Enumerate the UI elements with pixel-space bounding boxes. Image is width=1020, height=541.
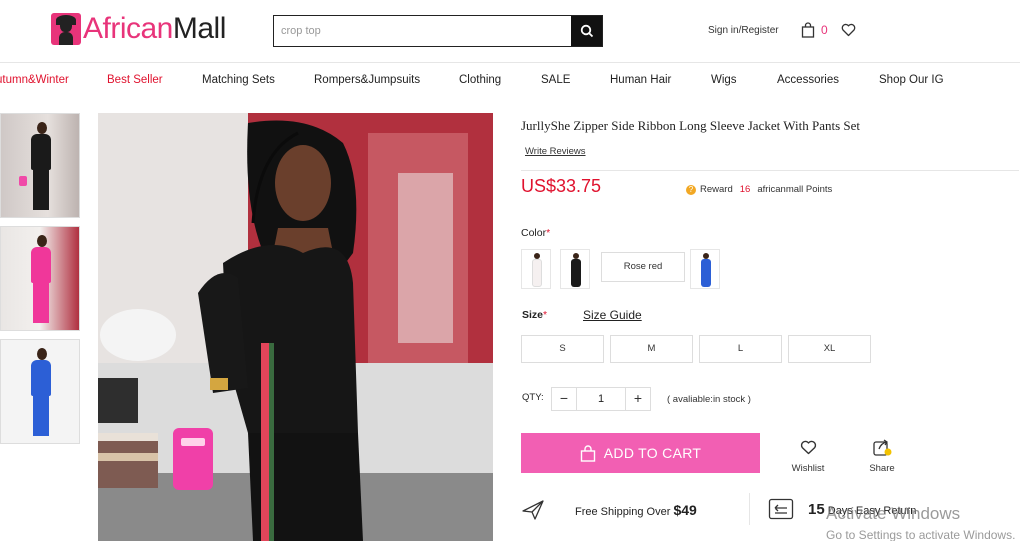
shipping-text: Free Shipping Over $49 [575, 502, 697, 518]
share-label: Share [869, 463, 895, 474]
wishlist-heart-icon[interactable] [841, 23, 856, 42]
size-option-m[interactable]: M [610, 335, 693, 363]
qty-value[interactable]: 1 [576, 388, 626, 410]
add-to-cart-label: ADD TO CART [603, 445, 702, 461]
share-icon [873, 439, 892, 456]
nav-sale[interactable]: SALE [541, 74, 570, 86]
nav-matching-sets[interactable]: Matching Sets [202, 74, 275, 86]
activate-windows-title: Activate Windows [826, 504, 961, 523]
reward-label: Reward [700, 184, 733, 195]
wishlist-label: Wishlist [791, 463, 825, 474]
qty-increase-button[interactable]: + [626, 388, 650, 410]
add-to-cart-button[interactable]: ADD TO CART [521, 433, 760, 473]
product-main-image[interactable] [98, 113, 493, 541]
reward-points-value: 16 [739, 184, 751, 195]
color-swatch-white[interactable] [521, 249, 551, 289]
color-label: Color* [521, 227, 551, 239]
logo-text: AfricanMall [83, 12, 226, 45]
nav-human-hair[interactable]: Human Hair [610, 74, 671, 86]
activate-windows-subtitle: Go to Settings to activate Windows. [826, 528, 1016, 541]
qty-decrease-button[interactable]: − [552, 388, 576, 410]
write-reviews-link[interactable]: Write Reviews [525, 146, 586, 157]
color-swatch-blue[interactable] [690, 249, 720, 289]
return-box-icon [768, 498, 794, 520]
color-swatch-black[interactable] [560, 249, 590, 289]
product-price: US$33.75 [521, 176, 602, 196]
nav-autumn-winter[interactable]: utumn&Winter [0, 74, 69, 86]
info-divider [749, 493, 750, 525]
reward-points: ? Reward 16 africanmall Points [686, 184, 832, 195]
nav-accessories[interactable]: Accessories [777, 74, 839, 86]
nav-best-seller[interactable]: Best Seller [107, 74, 163, 86]
wishlist-button[interactable]: Wishlist [789, 436, 827, 474]
search-input[interactable] [274, 16, 571, 46]
shopping-bag-icon [580, 444, 595, 462]
nav-shop-our-ig[interactable]: Shop Our IG [879, 74, 944, 86]
color-option-rose-red[interactable]: Rose red [601, 252, 685, 282]
nav-rompers-jumpsuits[interactable]: Rompers&Jumpsuits [314, 74, 420, 86]
size-option-xl[interactable]: XL [788, 335, 871, 363]
thumbnail-black-outfit[interactable] [0, 113, 80, 218]
header-divider [0, 62, 1020, 63]
size-guide-link[interactable]: Size Guide [583, 308, 642, 322]
share-button[interactable]: Share [866, 436, 898, 474]
airplane-icon [522, 500, 544, 520]
search-button[interactable] [571, 16, 602, 46]
heart-icon [800, 440, 816, 454]
stock-status: ( avaliable:in stock ) [667, 394, 751, 405]
thumbnail-blue-outfit[interactable] [0, 339, 80, 444]
qty-label: QTY: [522, 392, 544, 403]
site-logo[interactable]: AfricanMall [51, 11, 226, 47]
windows-activation-watermark: Activate Windows Go to Settings to activ… [826, 504, 1015, 541]
size-option-s[interactable]: S [521, 335, 604, 363]
signin-register-link[interactable]: Sign in/Register [708, 25, 779, 36]
search-bar [273, 15, 603, 47]
title-divider [521, 170, 1019, 171]
cart-count-badge: 0 [821, 23, 828, 37]
main-nav: utumn&Winter Best Seller Matching Sets R… [0, 74, 1020, 90]
nav-clothing[interactable]: Clothing [459, 74, 501, 86]
logo-woman-icon [51, 13, 81, 45]
quantity-stepper: − 1 + [551, 387, 651, 411]
cart-icon[interactable] [801, 22, 815, 43]
nav-wigs[interactable]: Wigs [711, 74, 737, 86]
size-option-l[interactable]: L [699, 335, 782, 363]
size-label: Size* [522, 309, 548, 321]
product-title: JurllyShe Zipper Side Ribbon Long Sleeve… [521, 118, 861, 133]
search-icon [580, 24, 593, 38]
reward-suffix: africanmall Points [757, 184, 833, 195]
thumbnail-rose-red-outfit[interactable] [0, 226, 80, 331]
reward-coin-icon: ? [686, 184, 696, 195]
free-shipping-info: Free Shipping Over $49 [521, 495, 751, 525]
